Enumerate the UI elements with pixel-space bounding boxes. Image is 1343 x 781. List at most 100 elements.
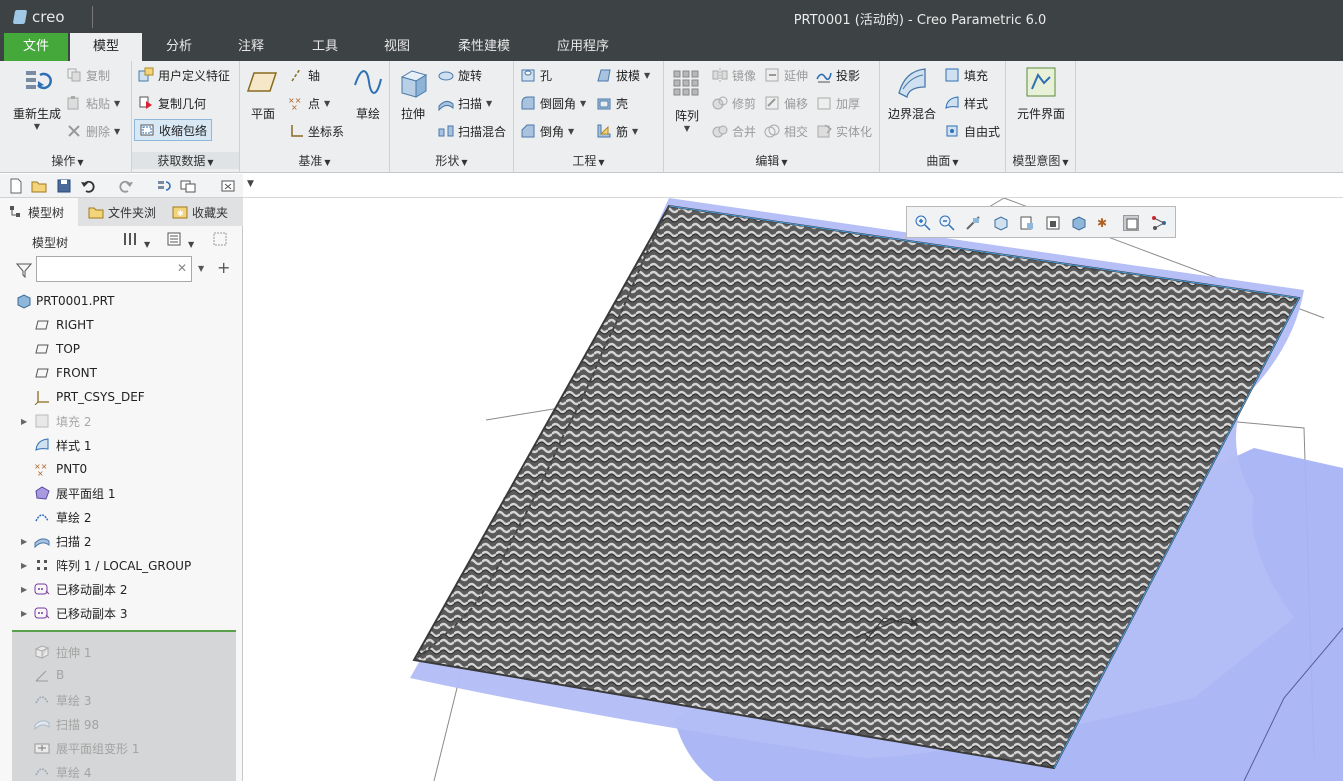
redo-icon[interactable] (118, 178, 134, 194)
delete-button[interactable]: 删除 ▼ (66, 120, 120, 142)
draft-button[interactable]: 拔模 ▼ (596, 64, 650, 86)
tree-item-top[interactable]: TOP (0, 337, 243, 361)
group-label-shapes[interactable]: 形状 ▼ (390, 152, 513, 169)
view-manager-icon[interactable] (1071, 215, 1087, 231)
add-filter-icon[interactable]: + (217, 258, 230, 277)
chamfer-button[interactable]: 倒角 ▼ (520, 120, 574, 142)
zoom-out-icon[interactable] (939, 215, 955, 231)
refit-icon[interactable] (965, 215, 981, 231)
search-dropdown-icon[interactable]: ▼ (198, 264, 204, 273)
tab-model-tree[interactable]: 模型树 (0, 198, 78, 226)
axis-button[interactable]: 轴 (288, 64, 320, 86)
annotation-display-icon[interactable] (1123, 215, 1139, 231)
windows-icon[interactable] (180, 178, 196, 194)
sketch-button[interactable]: 草绘 (350, 65, 386, 122)
copy-geometry-button[interactable]: 复制几何 (138, 92, 206, 114)
saved-orientations-icon[interactable] (993, 215, 1009, 231)
group-label-editing[interactable]: 编辑 ▼ (664, 152, 879, 169)
undo-icon[interactable] (80, 178, 96, 194)
display-style-icon[interactable] (1045, 215, 1061, 231)
pattern-button[interactable]: 阵列 ▼ (670, 67, 704, 133)
shrinkwrap-button[interactable]: 收缩包络 (134, 119, 213, 141)
repaint-icon[interactable] (1019, 215, 1035, 231)
tab-tools[interactable]: 工具 (296, 33, 354, 61)
hole-button[interactable]: 孔 (520, 64, 552, 86)
udf-button[interactable]: 用户定义特征 (138, 64, 230, 86)
tab-favorites[interactable]: ✱ 收藏夹 (164, 198, 242, 226)
group-label-datum[interactable]: 基准 ▼ (240, 152, 389, 169)
tree-item-sweep-98[interactable]: 扫描 98 (12, 711, 236, 735)
intersect-button[interactable]: 相交 (764, 120, 808, 142)
tab-annotate[interactable]: 注释 (222, 33, 280, 61)
component-interface-button[interactable]: 元件界面 (1012, 65, 1070, 122)
extend-button[interactable]: 延伸 (764, 64, 808, 86)
tree-item-front[interactable]: FRONT (0, 361, 243, 385)
tree-item-csys[interactable]: PRT_CSYS_DEF (0, 385, 243, 409)
save-icon[interactable] (56, 178, 72, 194)
tree-show-button[interactable]: ▼ (166, 231, 194, 250)
copy-button[interactable]: 复制 (66, 64, 110, 86)
expand-arrow-icon[interactable]: ▶ (21, 585, 27, 594)
offset-button[interactable]: 偏移 (764, 92, 808, 114)
tree-item-sketch-3[interactable]: 草绘 3 (12, 687, 236, 711)
group-label-model-intent[interactable]: 模型意图 ▼ (1006, 152, 1075, 169)
solidify-button[interactable]: 实体化 (816, 120, 872, 142)
clear-search-icon[interactable]: ✕ (177, 261, 187, 275)
tab-view[interactable]: 视图 (368, 33, 426, 61)
expand-arrow-icon[interactable]: ▶ (21, 417, 27, 426)
spin-center-icon[interactable] (1151, 215, 1167, 231)
expand-arrow-icon[interactable]: ▶ (21, 537, 27, 546)
project-button[interactable]: 投影 (816, 64, 860, 86)
rib-button[interactable]: 筋 ▼ (596, 120, 638, 142)
style-button[interactable]: 样式 (944, 92, 988, 114)
shell-button[interactable]: 壳 (596, 92, 628, 114)
freestyle-button[interactable]: 自由式 (944, 120, 1000, 142)
plane-button[interactable]: 平面 (246, 65, 280, 122)
close-window-icon[interactable] (220, 178, 236, 194)
tree-item-style-1[interactable]: 样式 1 (0, 433, 243, 457)
sweep-button[interactable]: 扫描 ▼ (438, 92, 492, 114)
group-label-surfaces[interactable]: 曲面 ▼ (880, 152, 1005, 169)
tree-item-flatten-quilt-1[interactable]: 展平面组 1 (0, 481, 243, 505)
tab-file[interactable]: 文件 (4, 33, 68, 61)
tree-filter-settings-button[interactable] (212, 231, 228, 250)
tree-item-moved-copy-2[interactable]: ▶ 已移动副本 2 (0, 577, 243, 601)
regenerate-small-icon[interactable] (156, 178, 172, 194)
tree-item-axis-b[interactable]: B (12, 663, 236, 687)
expand-arrow-icon[interactable]: ▶ (21, 609, 27, 618)
tree-item-sketch-2[interactable]: 草绘 2 (0, 505, 243, 529)
paste-button[interactable]: 粘贴 ▼ (66, 92, 120, 114)
tree-item-pnt0[interactable]: ×× × PNT0 (0, 457, 243, 481)
thicken-button[interactable]: 加厚 (816, 92, 860, 114)
expand-arrow-icon[interactable]: ▶ (21, 561, 27, 570)
tree-item-sketch-4[interactable]: 草绘 4 (12, 759, 236, 781)
open-folder-icon[interactable] (31, 178, 47, 194)
round-button[interactable]: 倒圆角 ▼ (520, 92, 586, 114)
tree-item-moved-copy-3[interactable]: ▶ 已移动副本 3 (0, 601, 243, 625)
swept-blend-button[interactable]: 扫描混合 (438, 120, 506, 142)
group-label-operations[interactable]: 操作 ▼ (4, 152, 131, 169)
point-button[interactable]: ×× × 点 ▼ (288, 92, 330, 114)
tree-item-part[interactable]: PRT0001.PRT (0, 289, 243, 313)
group-label-engineering[interactable]: 工程 ▼ (514, 152, 663, 169)
graphics-viewport[interactable]: × ✱ (244, 198, 1343, 781)
tree-item-pattern-1[interactable]: ▶ 阵列 1 / LOCAL_GROUP (0, 553, 243, 577)
mirror-button[interactable]: 镜像 (712, 64, 756, 86)
revolve-button[interactable]: 旋转 (438, 64, 482, 86)
extrude-button[interactable]: 拉伸 (396, 65, 430, 122)
tree-search-input[interactable]: ✕ (36, 256, 192, 282)
tab-model[interactable]: 模型 (70, 33, 142, 61)
tab-folder-browser[interactable]: 文件夹浏 (80, 198, 162, 226)
merge-button[interactable]: 合并 (712, 120, 756, 142)
tree-item-sweep-2[interactable]: ▶ 扫描 2 (0, 529, 243, 553)
datum-display-filters-icon[interactable]: ✱ (1097, 215, 1113, 231)
tree-item-flatten-warp-1[interactable]: 展平面组变形 1 (12, 735, 236, 759)
customize-dropdown-icon[interactable]: ▼ (247, 179, 254, 189)
tree-settings-button[interactable]: ▼ (122, 231, 150, 250)
group-label-get-data[interactable]: 获取数据 ▼ (132, 152, 239, 169)
boundary-blend-button[interactable]: 边界混合 (884, 65, 940, 122)
tab-flexible-modeling[interactable]: 柔性建模 (448, 33, 520, 61)
tab-applications[interactable]: 应用程序 (546, 33, 620, 61)
tree-item-extrude-1[interactable]: 拉伸 1 (12, 639, 236, 663)
zoom-in-icon[interactable] (915, 215, 931, 231)
